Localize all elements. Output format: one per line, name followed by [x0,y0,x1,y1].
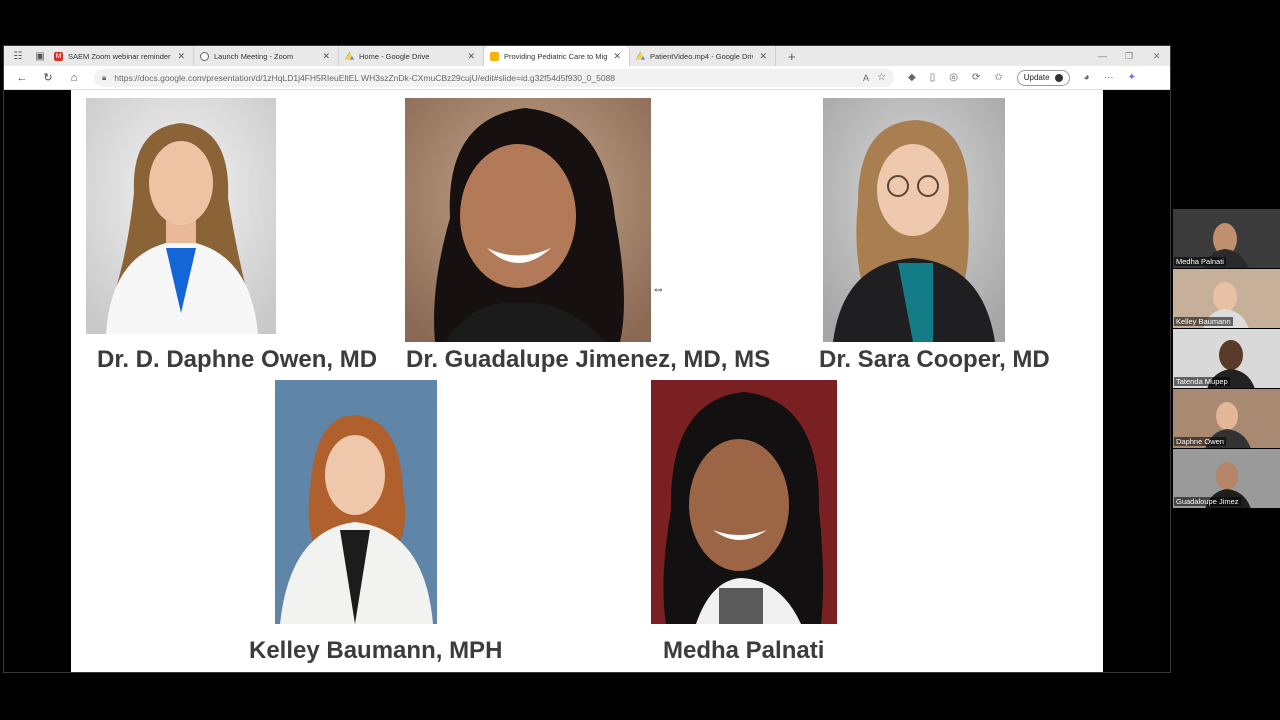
close-icon[interactable]: ✕ [177,51,185,62]
globe-icon [200,51,209,61]
google-slides-icon [490,51,499,61]
close-icon[interactable]: ✕ [322,51,330,62]
workspaces-icon[interactable]: ☷ [10,48,26,64]
screen: ☷ ▣ M SAEM Zoom webinar reminder: F ✕ La… [0,0,1280,720]
photo-guadalupe-jimenez [405,98,651,342]
participant-name: Medha Palnati [1174,257,1226,266]
home-button[interactable]: ⌂ [66,72,82,84]
tab-launch-meeting[interactable]: Launch Meeting - Zoom ✕ [194,46,339,66]
browser-essentials-icon[interactable]: ◎ [949,72,958,83]
more-menu-icon[interactable]: ··· [1104,72,1114,83]
profile-avatar[interactable]: ◕ [1084,72,1090,83]
update-button[interactable]: Update [1016,69,1070,86]
favorites-icon[interactable]: ✩ [994,72,1002,83]
read-aloud-icon[interactable]: A [863,73,869,83]
tab-google-drive[interactable]: Home - Google Drive ✕ [339,46,484,66]
caption-sara-cooper: Dr. Sara Cooper, MD [819,346,1050,373]
participant-tile[interactable]: Tatenda Mupep [1173,329,1280,389]
back-button[interactable]: ← [14,72,30,84]
update-status-icon [1054,73,1063,82]
tab-patient-video[interactable]: PatientVideo.mp4 - Google Drive ✕ [630,46,776,66]
tab-saem-webinar[interactable]: M SAEM Zoom webinar reminder: F ✕ [48,46,194,66]
photo-sara-cooper [823,98,1005,342]
google-drive-icon [345,51,354,60]
refresh-extension-icon[interactable]: ⟳ [972,72,980,83]
participant-name: Kelley Baumann [1174,317,1233,326]
address-bar: ← ↻ ⌂ 🔒︎ https://docs.google.com/present… [4,66,1170,90]
copilot-icon[interactable]: ✦ [1128,72,1136,83]
presentation-viewport: Dr. D. Daphne Owen, MD Dr. Guadalupe Jim… [4,90,1170,672]
close-icon[interactable]: ✕ [467,51,475,62]
gmail-icon: M [54,51,63,61]
participant-tile[interactable]: Guadaloupe Jimez [1173,449,1280,509]
close-window-button[interactable]: ✕ [1153,46,1161,66]
participant-tile[interactable]: Medha Palnati [1173,209,1280,269]
caption-medha-palnati: Medha Palnati [663,637,825,664]
participant-tile[interactable]: Daphne Owen [1173,389,1280,449]
favorite-star-icon[interactable]: ☆ [877,72,886,83]
photo-medha-palnati [651,380,837,624]
refresh-button[interactable]: ↻ [40,71,56,84]
split-screen-icon[interactable]: ▯ [930,72,936,83]
new-tab-button[interactable]: + [788,49,796,64]
close-icon[interactable]: ✕ [759,51,767,62]
maximize-button[interactable]: ❐ [1125,46,1133,66]
lock-icon[interactable]: 🔒︎ [102,73,106,83]
tab-actions-icon[interactable]: ▣ [32,48,48,64]
participant-name: Tatenda Mupep [1174,377,1230,386]
caption-guadalupe-jimenez: Dr. Guadalupe Jimenez, MD, MS [406,346,771,373]
minimize-button[interactable]: — [1098,46,1107,66]
photo-kelley-baumann [275,380,437,624]
participant-name: Guadaloupe Jimez [1174,497,1241,506]
close-icon[interactable]: ✕ [613,51,621,62]
tab-providing-pediatric-care[interactable]: Providing Pediatric Care to Migra ✕ [484,46,630,66]
slide: Dr. D. Daphne Owen, MD Dr. Guadalupe Jim… [71,90,1103,672]
google-drive-icon [636,51,645,60]
participant-tile[interactable]: Kelley Baumann [1173,269,1280,329]
url-field[interactable]: 🔒︎ https://docs.google.com/presentation/… [94,68,894,87]
photo-daphne-owen [86,98,276,334]
tab-bar: ☷ ▣ M SAEM Zoom webinar reminder: F ✕ La… [4,46,1170,66]
participant-name: Daphne Owen [1174,437,1226,446]
browser-window: ☷ ▣ M SAEM Zoom webinar reminder: F ✕ La… [3,45,1171,673]
zoom-participant-gallery: Medha Palnati Kelley Baumann Tatenda Mup… [1173,209,1280,509]
caption-daphne-owen: Dr. D. Daphne Owen, MD [97,346,378,373]
extension-icon[interactable]: ◆ [908,72,916,83]
caption-kelley-baumann: Kelley Baumann, MPH [249,637,503,664]
resize-cursor-icon: ⇔ [652,281,665,296]
